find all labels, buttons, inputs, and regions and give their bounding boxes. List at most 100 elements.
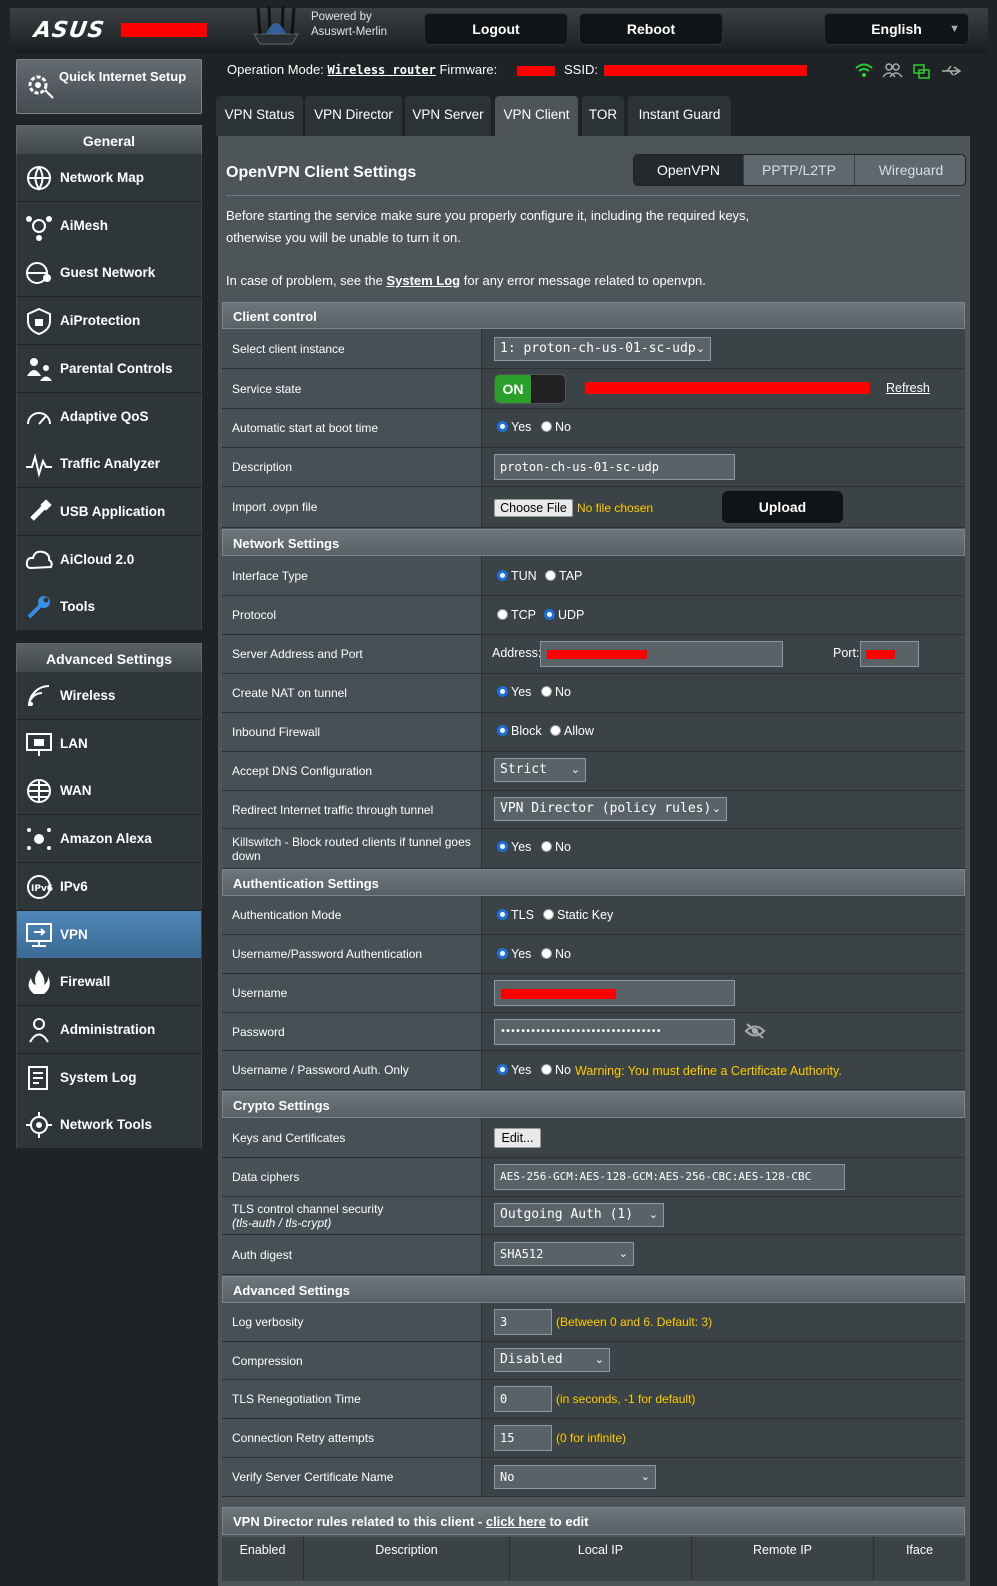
sidebar-item-vpn[interactable]: VPN <box>16 910 202 959</box>
sidebar-item-aimesh[interactable]: AiMesh <box>16 201 202 250</box>
dns-select[interactable]: Strict ⌄ <box>494 758 586 782</box>
wifi-icon[interactable] <box>855 63 873 78</box>
router-icon <box>253 5 299 45</box>
userpass-yes-radio[interactable]: Yes <box>497 947 531 961</box>
segment-wireguard[interactable]: Wireguard <box>855 155 965 185</box>
tab-vpn-status[interactable]: VPN Status <box>216 96 303 136</box>
director-edit-link[interactable]: click here <box>486 1514 546 1529</box>
sidebar-item-tools[interactable]: Tools <box>16 583 202 632</box>
sidebar-item-label: Parental Controls <box>60 360 173 376</box>
op-mode-label: Operation Mode: <box>227 62 324 77</box>
service-state-toggle[interactable]: ON <box>494 374 566 404</box>
tab-instant-guard[interactable]: Instant Guard <box>628 96 731 136</box>
refresh-link[interactable]: Refresh <box>886 381 930 395</box>
reboot-button[interactable]: Reboot <box>579 13 723 45</box>
autostart-label: Automatic start at boot time <box>222 409 482 447</box>
client-instance-select[interactable]: 1: proton-ch-us-01-sc-udp ⌄ <box>494 337 711 361</box>
sidebar-item-aicloud-2-0[interactable]: AiCloud 2.0 <box>16 535 202 584</box>
interface-label: Interface Type <box>222 556 482 595</box>
sidebar-item-lan[interactable]: LAN <box>16 719 202 768</box>
username-input[interactable] <box>494 980 735 1006</box>
op-mode-link[interactable]: Wireless router <box>327 63 435 77</box>
usb-status-icon[interactable] <box>942 65 962 76</box>
sidebar-item-ipv6[interactable]: IPv6 IPv6 <box>16 862 202 911</box>
sidebar-item-adaptive-qos[interactable]: Adaptive QoS <box>16 392 202 441</box>
sidebar-item-system-log[interactable]: System Log <box>16 1053 202 1102</box>
verify-select[interactable]: No ⌄ <box>494 1465 656 1489</box>
director-title-post: to edit <box>545 1514 589 1529</box>
password-input[interactable]: •••••••••••••••••••••••••••••••• <box>494 1019 735 1045</box>
sidebar-item-usb-application[interactable]: USB Application <box>16 487 202 536</box>
sidebar-item-amazon-alexa[interactable]: Amazon Alexa <box>16 815 202 864</box>
block-radio[interactable]: Block <box>497 724 542 738</box>
tls-radio[interactable]: TLS <box>497 908 534 922</box>
nat-yes-radio[interactable]: Yes <box>497 685 531 699</box>
edit-keys-button[interactable]: Edit... <box>494 1128 541 1148</box>
userpass-no-radio[interactable]: No <box>541 947 571 961</box>
choose-file-button[interactable]: Choose File <box>494 499 573 517</box>
server-port-input[interactable] <box>860 641 919 667</box>
page-title: OpenVPN Client Settings <box>226 164 417 181</box>
status-line: Operation Mode: Wireless router Firmware… <box>227 62 497 77</box>
sidebar-item-parental-controls[interactable]: Parental Controls <box>16 344 202 393</box>
system-log-link[interactable]: System Log <box>386 273 460 288</box>
sidebar-item-guest-network[interactable]: Guest Network <box>16 249 202 298</box>
verbosity-input[interactable]: 3 <box>494 1309 552 1335</box>
sidebar-item-firewall[interactable]: Firewall <box>16 958 202 1007</box>
description-input[interactable]: proton-ch-us-01-sc-udp <box>494 454 735 480</box>
ssid-label: SSID: <box>564 62 598 77</box>
sidebar-item-aiprotection[interactable]: AiProtection <box>16 297 202 346</box>
tls-security-select[interactable]: Outgoing Auth (1) ⌄ <box>494 1203 664 1227</box>
killswitch-no-radio[interactable]: No <box>541 840 571 854</box>
tab-vpn-client[interactable]: VPN Client <box>495 96 578 136</box>
tab-tor[interactable]: TOR <box>582 96 624 136</box>
quick-internet-setup-button[interactable]: Quick Internet Setup <box>16 59 202 114</box>
upload-button[interactable]: Upload <box>722 491 843 523</box>
tun-radio[interactable]: TUN <box>497 569 537 583</box>
redirect-select[interactable]: VPN Director (policy rules) ⌄ <box>494 797 727 821</box>
tcp-radio[interactable]: TCP <box>497 608 536 622</box>
verbosity-hint: (Between 0 and 6. Default: 3) <box>556 1315 713 1329</box>
dns-label: Accept DNS Configuration <box>222 752 482 790</box>
language-select[interactable]: English ▼ <box>824 13 969 45</box>
sidebar-item-administration[interactable]: Administration <box>16 1005 202 1054</box>
server-address-input[interactable] <box>540 641 783 667</box>
static-key-radio[interactable]: Static Key <box>543 908 613 922</box>
sidebar-item-network-tools[interactable]: Network Tools <box>16 1101 202 1150</box>
auth-digest-select[interactable]: SHA512 ⌄ <box>494 1242 634 1266</box>
network-status-icon[interactable] <box>913 64 930 79</box>
segment-openvpn[interactable]: OpenVPN <box>634 155 744 185</box>
nat-no-radio[interactable]: No <box>541 685 571 699</box>
retry-input[interactable]: 15 <box>494 1425 552 1451</box>
allow-radio[interactable]: Allow <box>550 724 594 738</box>
wan-icon <box>24 776 54 806</box>
tap-radio[interactable]: TAP <box>545 569 582 583</box>
autostart-yes-radio[interactable]: Yes <box>497 420 531 434</box>
tab-vpn-director[interactable]: VPN Director <box>305 96 402 136</box>
segment-pptp[interactable]: PPTP/L2TP <box>744 155 855 185</box>
col-remote-ip: Remote IP <box>692 1537 874 1581</box>
sidebar-item-wireless[interactable]: Wireless <box>16 672 202 720</box>
sidebar-item-traffic-analyzer[interactable]: Traffic Analyzer <box>16 440 202 489</box>
sidebar-item-wan[interactable]: WAN <box>16 767 202 816</box>
intro-text-pre: In case of problem, see the <box>226 273 387 288</box>
killswitch-yes-radio[interactable]: Yes <box>497 840 531 854</box>
tab-vpn-server[interactable]: VPN Server <box>405 96 491 136</box>
clients-icon[interactable] <box>882 63 903 78</box>
sidebar-item-label: AiMesh <box>60 217 109 233</box>
autostart-no-radio[interactable]: No <box>541 420 571 434</box>
intro-text-post: for any error message related to openvpn… <box>460 273 706 288</box>
udp-radio[interactable]: UDP <box>544 608 584 622</box>
firewall-icon <box>24 967 54 997</box>
reneg-hint: (in seconds, -1 for default) <box>556 1392 696 1406</box>
ciphers-input[interactable]: AES-256-GCM:AES-128-GCM:AES-256-CBC:AES-… <box>494 1164 845 1190</box>
intro-line-2: otherwise you will be unable to turn it … <box>226 230 461 245</box>
logout-button[interactable]: Logout <box>424 13 568 45</box>
eye-slash-icon[interactable] <box>744 1022 766 1040</box>
sidebar-item-network-map[interactable]: Network Map <box>16 154 202 202</box>
row-ciphers: Data ciphers AES-256-GCM:AES-128-GCM:AES… <box>222 1158 965 1197</box>
reneg-input[interactable]: 0 <box>494 1386 552 1412</box>
authonly-no-radio[interactable]: No <box>541 1063 571 1077</box>
authonly-yes-radio[interactable]: Yes <box>497 1063 531 1077</box>
compression-select[interactable]: Disabled ⌄ <box>494 1348 610 1372</box>
